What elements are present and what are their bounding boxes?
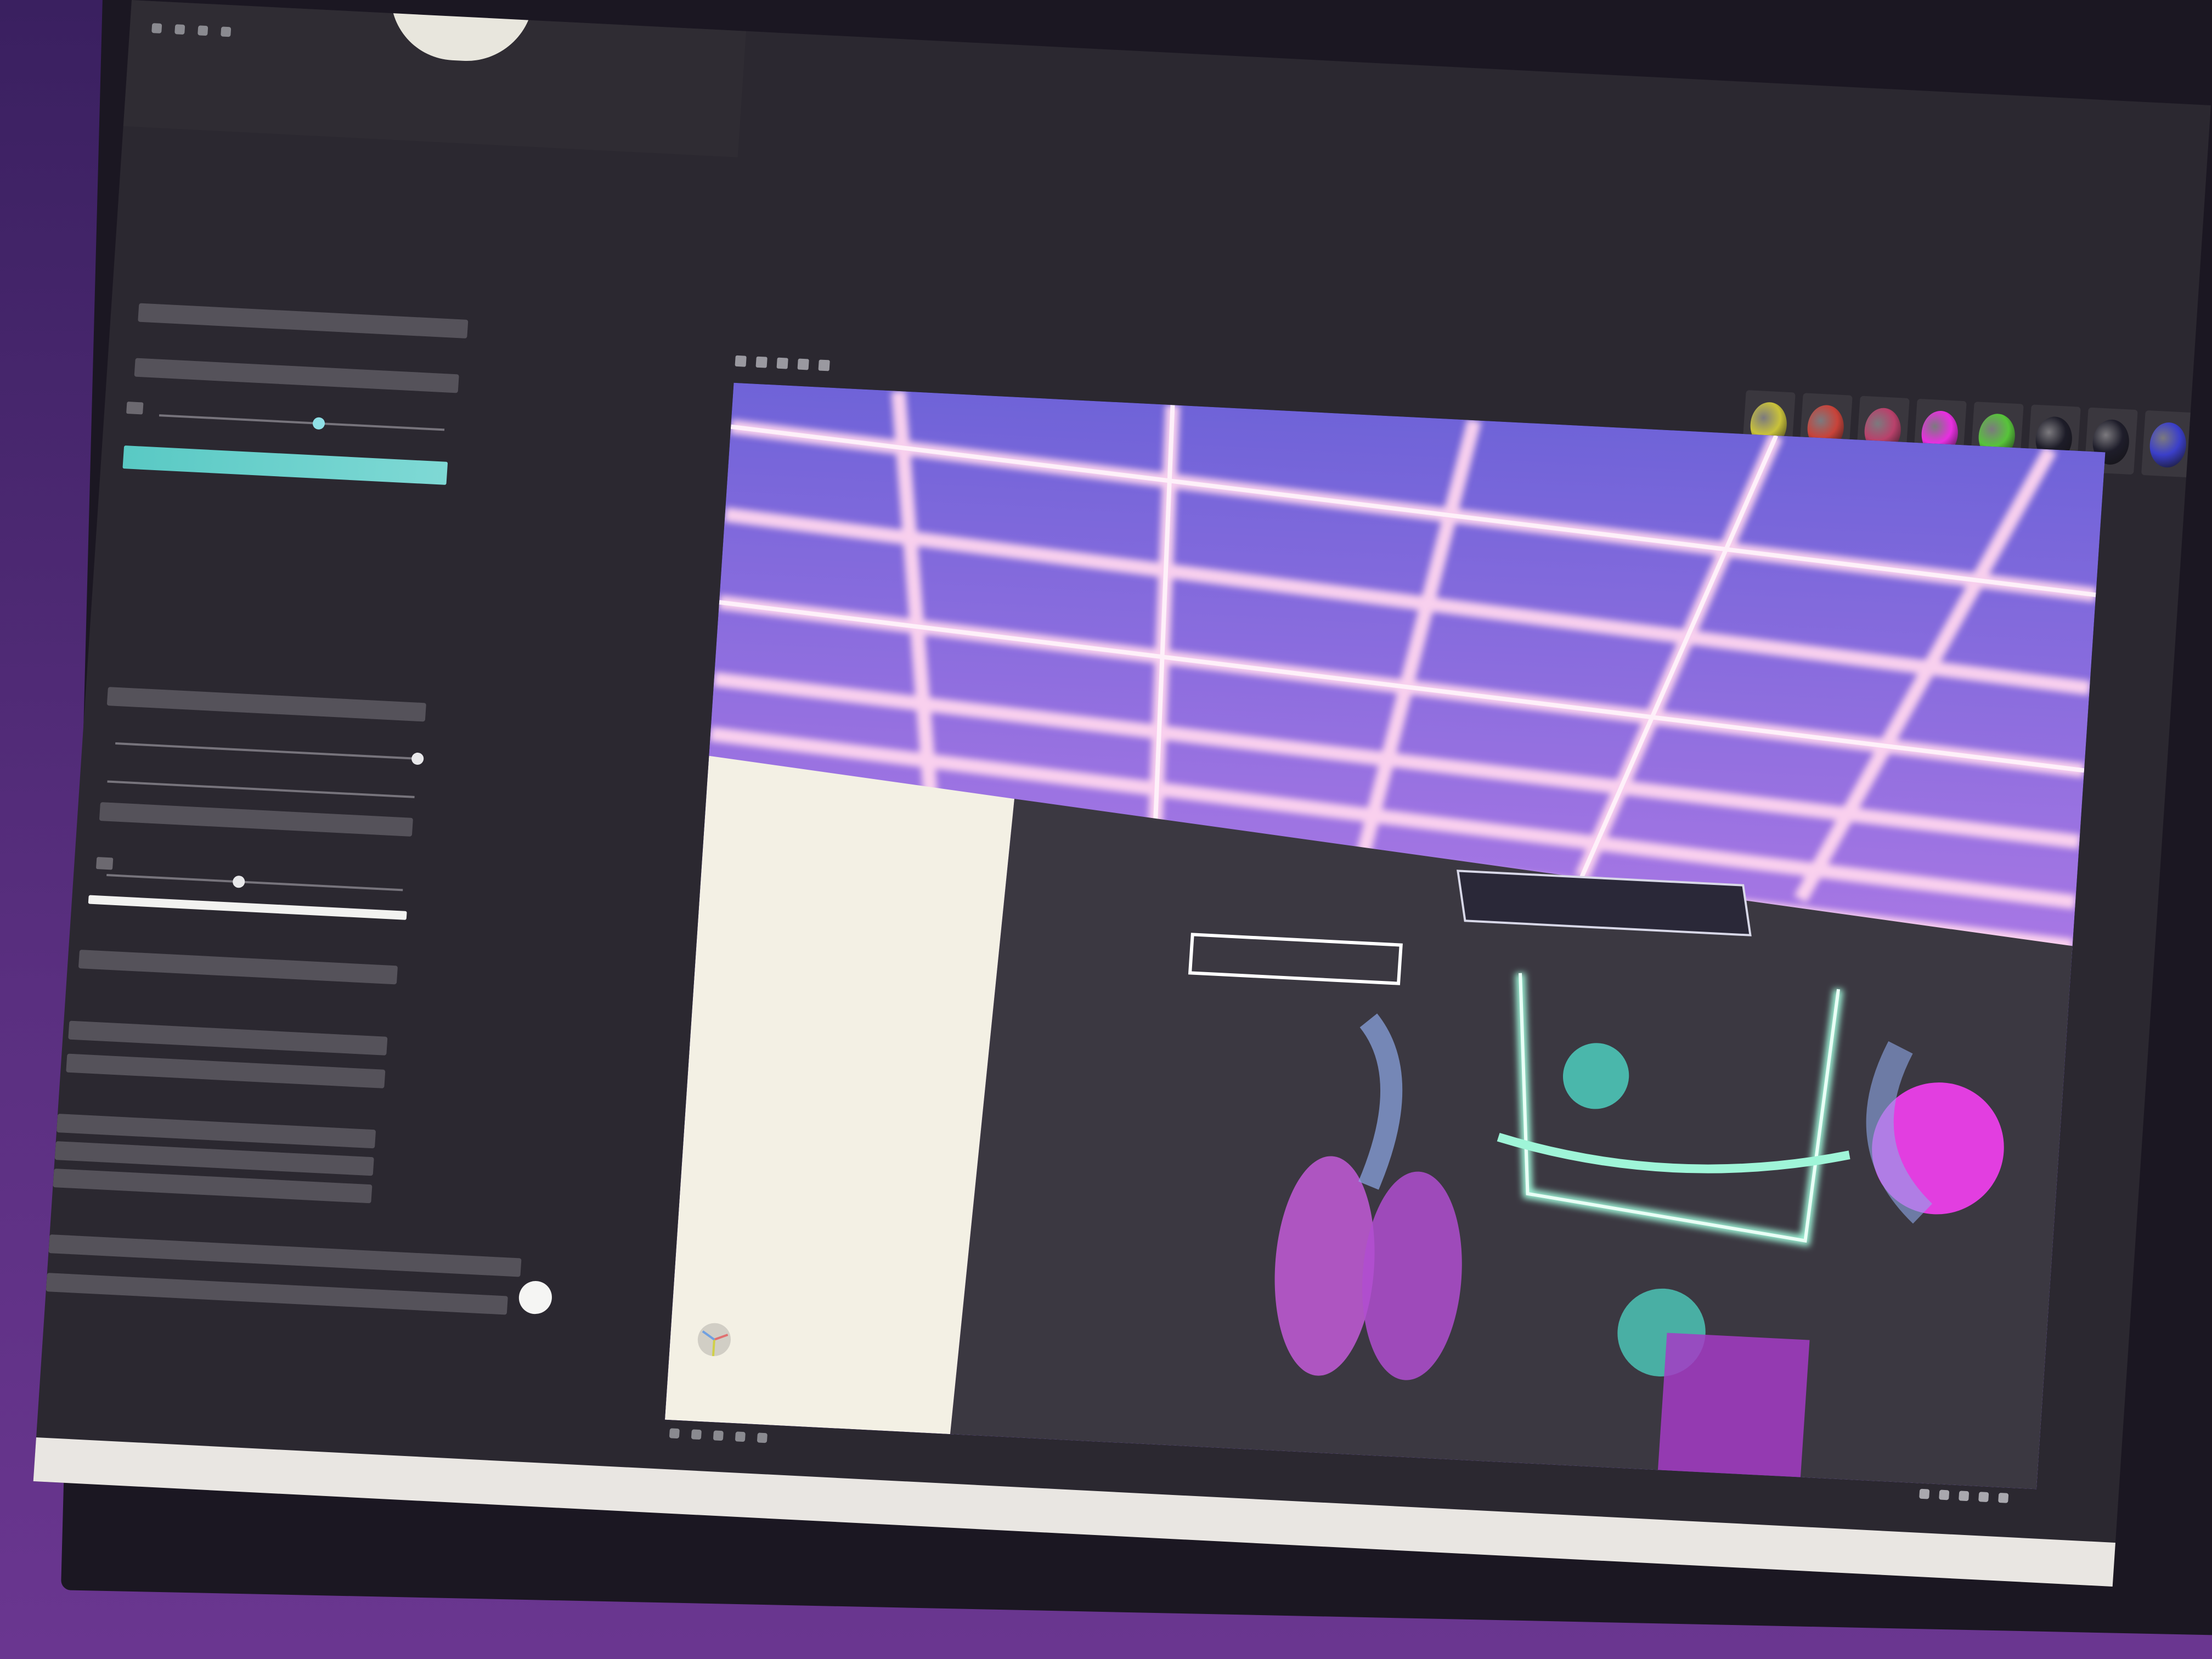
status-icon[interactable] — [1998, 1492, 2009, 1503]
3d-viewport[interactable] — [664, 382, 2106, 1489]
property-label — [661, 969, 662, 983]
property-slider[interactable] — [107, 780, 415, 798]
property-label — [692, 495, 693, 509]
grid-icon[interactable] — [669, 1428, 680, 1439]
property-label — [648, 1167, 649, 1180]
property-label — [679, 693, 680, 706]
property-label — [700, 377, 701, 390]
material-swatch-name — [2147, 396, 2196, 399]
rotate-tool-icon[interactable] — [776, 357, 788, 369]
property-label — [669, 851, 670, 864]
scale-tool-icon[interactable] — [797, 358, 809, 370]
settings-icon[interactable] — [221, 26, 232, 37]
material-swatch[interactable] — [2141, 410, 2195, 478]
property-label — [698, 416, 699, 430]
property-label — [645, 1206, 646, 1220]
property-labels-column — [455, 328, 704, 1434]
status-icon[interactable] — [1959, 1491, 1970, 1502]
white-level-bar[interactable] — [88, 895, 407, 920]
property-row[interactable] — [66, 1053, 386, 1088]
status-icon[interactable] — [1978, 1492, 1989, 1503]
property-row[interactable] — [78, 950, 398, 985]
material-swatch-name — [2033, 390, 2082, 393]
property-label — [672, 811, 673, 825]
property-row[interactable] — [134, 358, 459, 393]
property-label — [666, 890, 667, 904]
property-label — [658, 1009, 659, 1022]
viewport-render — [664, 382, 2106, 1489]
move-tool-icon[interactable] — [755, 356, 768, 368]
slider-knob[interactable] — [232, 875, 245, 888]
snap-icon[interactable] — [691, 1429, 702, 1440]
slider-knob[interactable] — [411, 752, 424, 765]
property-label — [682, 653, 683, 667]
status-icon[interactable] — [1919, 1488, 1930, 1499]
slider-knob[interactable] — [312, 417, 325, 430]
top-icon-bar — [151, 23, 232, 37]
camera-tool-icon[interactable] — [818, 359, 830, 371]
material-swatch-name — [1804, 379, 1854, 381]
status-icon[interactable] — [1939, 1489, 1950, 1500]
property-label — [663, 930, 664, 943]
property-row[interactable] — [53, 1169, 373, 1204]
property-label — [656, 1048, 657, 1062]
layer-icon[interactable] — [198, 25, 208, 36]
property-label — [676, 732, 678, 746]
property-row[interactable] — [48, 1234, 522, 1277]
property-label — [685, 614, 686, 627]
property-row[interactable] — [99, 802, 414, 837]
monitor-screen — [33, 0, 2211, 1587]
viewport-bottom-toolbar — [669, 1428, 768, 1443]
property-label — [637, 1325, 639, 1338]
property-label — [642, 1246, 644, 1259]
property-label — [687, 574, 689, 588]
play-icon[interactable] — [151, 23, 162, 33]
record-icon[interactable] — [174, 24, 185, 35]
material-swatch-name — [2090, 393, 2139, 396]
material-preview-ball — [2148, 421, 2188, 469]
property-label — [674, 772, 675, 785]
property-label — [653, 1088, 654, 1101]
property-row[interactable] — [46, 1273, 508, 1315]
light-icon[interactable] — [735, 1431, 746, 1442]
material-swatch-name — [1918, 385, 1968, 387]
status-icons — [1919, 1488, 2009, 1503]
keyframe-icon[interactable] — [95, 857, 114, 870]
viewport-toolbar — [735, 355, 830, 371]
property-row[interactable] — [106, 687, 426, 722]
eye-icon[interactable] — [126, 402, 144, 415]
property-label — [695, 456, 696, 469]
material-swatch-name — [1976, 387, 2025, 390]
property-label — [690, 535, 691, 548]
property-row[interactable] — [138, 303, 469, 338]
color-gradient-bar[interactable] — [122, 445, 448, 485]
material-swatch-name — [1861, 381, 1911, 384]
view-icon[interactable] — [713, 1430, 724, 1441]
property-label — [703, 337, 704, 351]
select-tool-icon[interactable] — [735, 355, 747, 367]
property-label — [640, 1285, 641, 1299]
render-icon[interactable] — [757, 1432, 768, 1443]
property-slider[interactable] — [115, 742, 424, 765]
material-swatch-name — [1747, 376, 1797, 379]
property-slider[interactable] — [159, 414, 445, 431]
property-label — [651, 1127, 652, 1141]
properties-panel — [46, 292, 553, 1440]
property-slider[interactable] — [106, 874, 403, 891]
property-row[interactable] — [68, 1020, 388, 1056]
